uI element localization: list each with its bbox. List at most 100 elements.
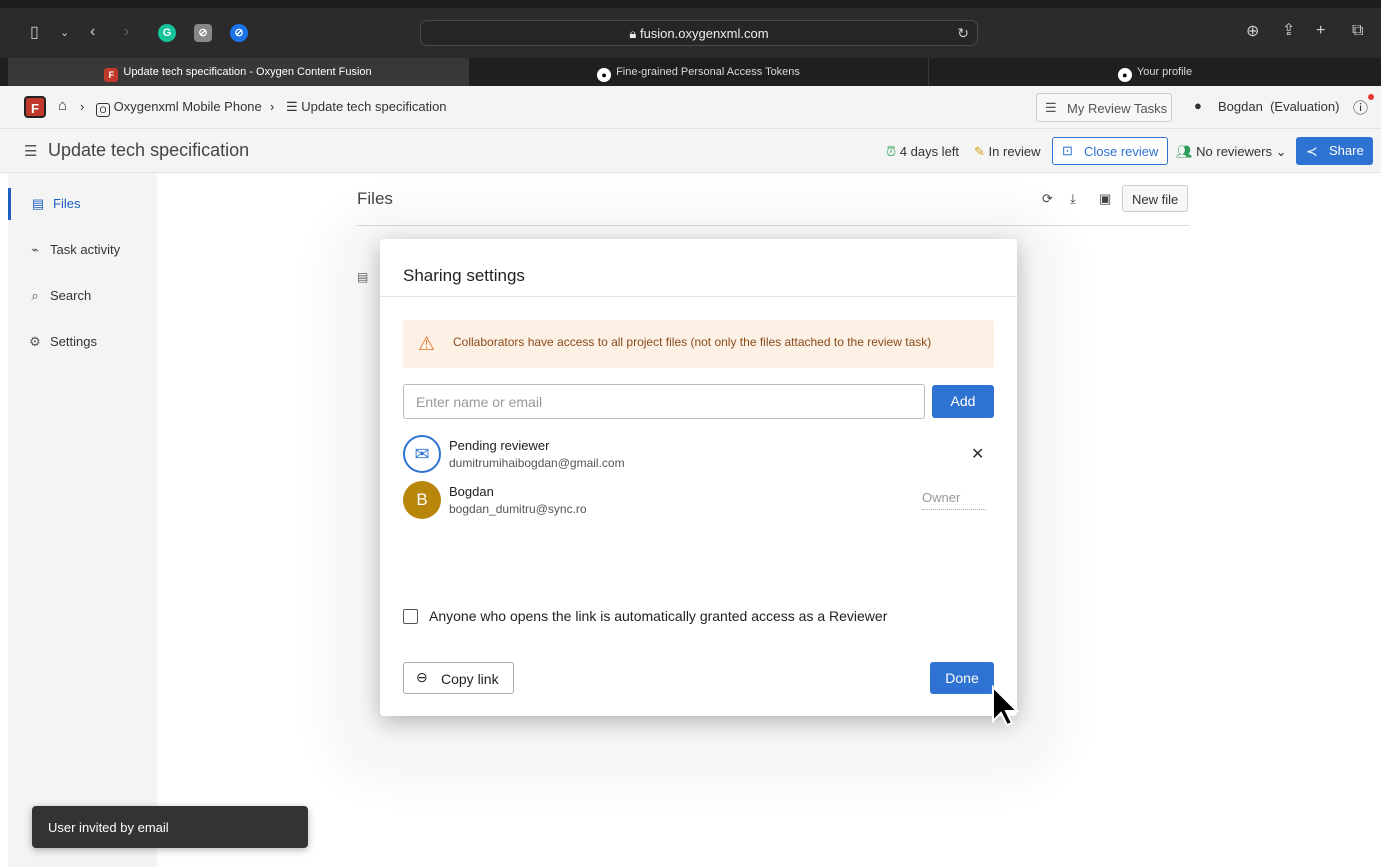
user-name: Bogdan [1218, 99, 1263, 114]
sidebar-item-task-activity[interactable]: ⌁ Task activity [8, 234, 157, 266]
tab-bar: F Update tech specification - Oxygen Cont… [0, 58, 1381, 86]
lock-icon: ⊡ [1062, 143, 1073, 158]
copy-link-label: Copy link [441, 671, 499, 687]
people-icon: 👥︎ [1176, 144, 1193, 159]
sidebar-item-files[interactable]: ▤ Files [8, 188, 157, 220]
download-icon[interactable]: ⊕ [1246, 23, 1259, 41]
list-item: B Bogdan bogdan_dumitru@sync.ro Owner [403, 481, 994, 521]
tab-personal-access-tokens[interactable]: ● Fine-grained Personal Access Tokens [468, 58, 928, 86]
tab-update-tech-spec[interactable]: F Update tech specification - Oxygen Cont… [8, 58, 468, 86]
breadcrumb-task[interactable]: ☰ Update tech specification [286, 99, 447, 115]
activity-icon: ⌁ [31, 242, 39, 257]
list-item: ✉ Pending reviewer dumitrumihaibogdan@gm… [403, 435, 994, 475]
sidebar-item-label: Files [53, 196, 81, 211]
list-icon: ☰ [286, 99, 298, 114]
github-icon: ● [597, 68, 612, 82]
notification-dot [1368, 94, 1374, 100]
files-heading: Files [357, 189, 393, 208]
envelope-icon: ✉ [403, 435, 441, 473]
share-icon[interactable]: ⇪ [1282, 22, 1295, 40]
sidebar-toggle-icon[interactable]: ▯ [30, 24, 39, 42]
share-button[interactable]: ≺ Share [1296, 137, 1373, 165]
remove-icon[interactable]: ✕ [971, 444, 984, 464]
alarm-icon: ⏰︎ [886, 144, 897, 159]
chevron-down-icon[interactable]: ⌄ [60, 24, 69, 42]
my-review-tasks-button[interactable]: ☰ My Review Tasks [1036, 93, 1172, 122]
person-email: dumitrumihaibogdan@gmail.com [449, 456, 625, 470]
new-file-button[interactable]: New file [1122, 185, 1188, 212]
fusion-logo[interactable]: F [24, 96, 46, 118]
chevron-down-icon: ⌄ [1275, 144, 1287, 159]
close-review-button[interactable]: ⊡ Close review [1052, 137, 1168, 165]
days-left: 4 days left [899, 144, 960, 159]
divider [380, 296, 1017, 297]
tab-your-profile[interactable]: ● Your profile [928, 58, 1381, 86]
share-label: Share [1329, 143, 1364, 158]
user-icon: ● [1194, 98, 1202, 113]
address-bar[interactable]: 🔒︎ fusion.oxygenxml.com ↻ [420, 20, 978, 46]
browser-toolbar: ▯ ⌄ ‹ › G ⊘ ⊘ 🔒︎ fusion.oxygenxml.com ↻ … [0, 0, 1381, 58]
breadcrumb-project[interactable]: O Oxygenxml Mobile Phone [96, 99, 262, 117]
role-label: Owner [922, 490, 986, 510]
pencil-icon: ✎ [974, 144, 985, 159]
checkbox-label: Anyone who opens the link is automatical… [429, 608, 888, 624]
list-icon: ☰ [1045, 100, 1057, 115]
status-label: In review [988, 144, 1041, 159]
tab-label: Update tech specification - Oxygen Conte… [123, 66, 372, 78]
toast-notification: User invited by email [32, 806, 308, 848]
copy-link-button[interactable]: ⊖ Copy link [403, 662, 514, 694]
compass-icon[interactable]: ⊘ [230, 24, 248, 42]
github-icon: ● [1117, 68, 1132, 82]
add-button[interactable]: Add [932, 385, 994, 418]
done-button[interactable]: Done [930, 662, 994, 694]
name-email-input[interactable] [403, 384, 925, 419]
download-icon[interactable]: ⤓ [1070, 191, 1076, 207]
refresh-icon[interactable]: ⟳ [1042, 191, 1053, 207]
new-tab-icon[interactable]: + [1316, 22, 1325, 40]
avatar: B [403, 481, 441, 519]
reviewers-dropdown[interactable]: 👥︎ No reviewers ⌄ [1176, 144, 1287, 160]
warning-text: Collaborators have access to all project… [453, 335, 932, 349]
share-icon: ≺ [1306, 143, 1318, 159]
auto-access-checkbox[interactable] [403, 609, 418, 624]
cursor-icon [992, 685, 1020, 727]
person-name: Pending reviewer [449, 438, 550, 453]
chevron-right-icon: › [270, 99, 275, 114]
person-email: bogdan_dumitru@sync.ro [449, 502, 587, 516]
chevron-right-icon: › [80, 99, 85, 114]
breadcrumb-task-label: Update tech specification [301, 99, 447, 114]
extension-icon[interactable]: ⊘ [194, 24, 212, 42]
gear-icon: ⚙ [29, 334, 41, 349]
page-title: Update tech specification [48, 140, 250, 160]
my-review-tasks-label: My Review Tasks [1067, 101, 1168, 116]
help-icon[interactable]: ⓘ [1353, 97, 1368, 118]
forward-icon[interactable]: › [124, 23, 129, 41]
fusion-favicon-icon: F [104, 68, 119, 82]
close-review-label: Close review [1084, 144, 1159, 159]
home-icon[interactable]: ⌂ [58, 97, 67, 114]
breadcrumb-project-label: Oxygenxml Mobile Phone [113, 99, 262, 114]
warning-icon: ⚠ [418, 334, 436, 355]
file-icon: ▤ [31, 196, 45, 211]
back-icon[interactable]: ‹ [90, 23, 95, 41]
lock-icon: 🔒︎ [629, 26, 637, 41]
sidebar-item-label: Task activity [50, 242, 121, 257]
project-icon: O [96, 103, 110, 117]
sidebar: ▤ Files ⌁ Task activity ⌕ Search ⚙ Settings [8, 173, 157, 867]
reviewers-label: No reviewers [1196, 144, 1272, 159]
dialog-title: Sharing settings [403, 266, 525, 285]
task-titlebar: ☰ Update tech specification ⏰︎ 4 days le… [0, 129, 1381, 173]
user-menu[interactable]: Bogdan (Evaluation) [1218, 99, 1339, 114]
grammarly-icon[interactable]: G [158, 24, 176, 42]
sidebar-item-search[interactable]: ⌕ Search [8, 280, 157, 312]
sidebar-item-settings[interactable]: ⚙ Settings [8, 326, 157, 358]
sharing-settings-dialog: Sharing settings ⚠ Collaborators have ac… [380, 239, 1017, 716]
tab-overview-icon[interactable]: ⧉ [1352, 22, 1363, 40]
task-list-icon: ☰ [24, 143, 38, 160]
sidebar-item-label: Settings [50, 334, 97, 349]
upload-file-icon[interactable]: ▣ [1099, 191, 1111, 207]
reload-icon[interactable]: ↻ [957, 25, 969, 42]
sidebar-item-label: Search [50, 288, 92, 303]
tab-label: Fine-grained Personal Access Tokens [616, 66, 800, 78]
search-icon: ⌕ [31, 288, 39, 303]
